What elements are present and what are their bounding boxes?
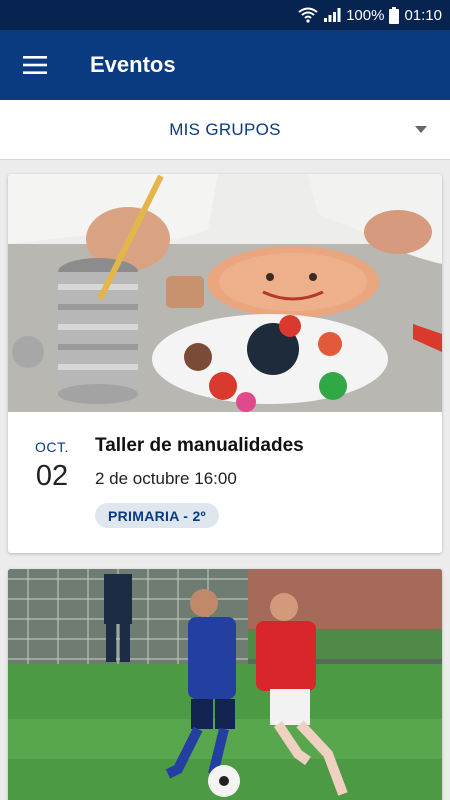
event-card[interactable]: OCT. 02 Taller de manualidades 2 de octu…: [8, 174, 442, 553]
event-date-day: 02: [35, 460, 69, 492]
event-image-soccer: [8, 569, 442, 800]
group-selector-label: MIS GRUPOS: [169, 119, 281, 139]
event-datetime: 2 de octubre 16:00: [95, 469, 237, 488]
event-info: OCT. 02 Taller de manualidades 2 de octu…: [8, 412, 442, 553]
menu-button[interactable]: [0, 30, 70, 100]
page-title: Eventos: [90, 52, 176, 77]
dropdown-arrow-icon: [415, 126, 427, 133]
clock: 01:10: [404, 6, 442, 24]
event-card[interactable]: [8, 569, 442, 800]
event-image-crafts: [8, 174, 442, 412]
event-group-tag: PRIMARIA - 2º: [95, 503, 219, 528]
event-title: Taller de manualidades: [95, 435, 304, 456]
battery-text: 100%: [346, 6, 385, 24]
signal-icon: [323, 7, 341, 23]
event-date-month: OCT.: [35, 439, 69, 455]
hamburger-menu-icon: [23, 56, 47, 74]
battery-icon: [389, 6, 400, 24]
status-bar: 100% 01:10: [0, 0, 450, 30]
app-bar: Eventos: [0, 30, 450, 100]
group-selector-dropdown[interactable]: MIS GRUPOS: [0, 100, 450, 160]
wifi-icon: [298, 7, 318, 23]
